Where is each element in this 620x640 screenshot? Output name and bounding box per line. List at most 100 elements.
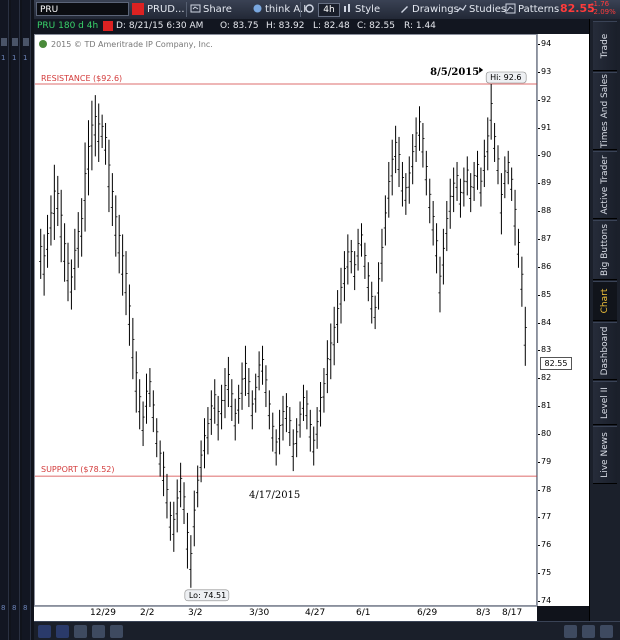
- price-chart[interactable]: 2015 © TD Ameritrade IP Company, Inc. RES…: [34, 34, 538, 607]
- price-tick-label: 90: [541, 150, 552, 160]
- link-color-icon[interactable]: [132, 3, 144, 15]
- annotation-date-support: 4/17/2015: [249, 490, 300, 501]
- zoom-out-icon[interactable]: [56, 625, 69, 638]
- collapse-button[interactable]: [12, 38, 18, 46]
- bar-timestamp: D: 8/21/15 6:30 AM: [116, 21, 204, 31]
- date-axis[interactable]: 12/29 2/2 3/2 3/30 4/27 6/1 6/29 8/3 8/17: [34, 606, 537, 621]
- range-value: R: 1.44: [404, 21, 436, 31]
- zoom-in-icon[interactable]: [38, 625, 51, 638]
- price-tick-label: 88: [541, 206, 552, 216]
- settings-button[interactable]: [304, 2, 317, 17]
- date-tick-label: 3/30: [249, 608, 270, 618]
- drawings-label: Drawings: [412, 4, 459, 15]
- price-tick: [538, 573, 540, 575]
- price-tick: [538, 489, 540, 491]
- price-tick-label: 86: [541, 261, 552, 271]
- tab-trade[interactable]: Trade: [593, 21, 617, 71]
- price-tick: [538, 294, 540, 296]
- price-tick-label: 83: [541, 345, 552, 355]
- td-logo-icon: [39, 40, 47, 48]
- price-tick-label: 80: [541, 428, 552, 438]
- price-tick-label: 75: [541, 568, 552, 578]
- date-tick-label: 2/2: [140, 608, 155, 618]
- drawings-button[interactable]: Drawings: [399, 2, 459, 17]
- price-tick: [538, 406, 540, 408]
- price-tick: [538, 127, 540, 129]
- left-panel-strip[interactable]: 18: [11, 0, 20, 640]
- date-tick-label: 6/29: [417, 608, 438, 618]
- high-label: Hi: 92.6: [490, 73, 521, 82]
- low-label: Lo: 74.51: [189, 591, 226, 600]
- price-tick: [538, 461, 540, 463]
- price-tick: [538, 322, 540, 324]
- price-tick: [538, 71, 540, 73]
- bottom-toolbar: [34, 621, 620, 640]
- left-panel-strip[interactable]: 18: [0, 0, 9, 640]
- tab-label: Active Trader: [600, 155, 610, 215]
- tab-live-news[interactable]: Live News: [593, 426, 617, 484]
- date-tick-label: 8/3: [476, 608, 491, 618]
- price-tick: [538, 183, 540, 185]
- settings-icon[interactable]: [600, 625, 613, 638]
- last-price: 82.55: [560, 2, 595, 15]
- period-selector[interactable]: 4h: [318, 3, 340, 17]
- chart-toolbar: PRU PRUD... Share think A.I. 4h Style Dr…: [34, 0, 620, 20]
- style-icon: [344, 4, 350, 12]
- close-value: C: 82.55: [357, 21, 395, 31]
- chart-color-icon[interactable]: [103, 21, 113, 31]
- think-ai-icon: [253, 4, 262, 13]
- scale-icon[interactable]: [582, 625, 595, 638]
- price-tick: [538, 266, 540, 268]
- studies-button[interactable]: Studies: [456, 2, 506, 17]
- price-tick: [538, 433, 540, 435]
- strip-index: 1: [1, 54, 6, 62]
- collapse-button[interactable]: [1, 38, 7, 46]
- tab-label: Level II: [600, 387, 610, 419]
- price-tick-label: 82: [541, 373, 552, 383]
- left-panel-strip[interactable]: 18: [22, 0, 31, 640]
- strip-index-bottom: 8: [23, 604, 28, 612]
- price-tick-label: 78: [541, 484, 552, 494]
- crosshair-icon[interactable]: [92, 625, 105, 638]
- tab-active-trader[interactable]: Active Trader: [593, 151, 617, 219]
- tab-big-buttons[interactable]: Big Buttons: [593, 220, 617, 280]
- tab-label: Live News: [600, 432, 610, 478]
- date-tick-label: 4/27: [305, 608, 326, 618]
- resistance-label: RESISTANCE ($92.6): [41, 74, 122, 83]
- support-label: SUPPORT ($78.52): [41, 465, 115, 474]
- price-tick: [538, 545, 540, 547]
- chart-canvas[interactable]: 2015 © TD Ameritrade IP Company, Inc. RES…: [35, 35, 538, 607]
- tab-label: Big Buttons: [600, 223, 610, 277]
- linked-symbol-label[interactable]: PRUD...: [147, 2, 185, 17]
- strip-index: 1: [23, 54, 28, 62]
- price-tick-label: 77: [541, 512, 552, 522]
- tab-level-ii[interactable]: Level II: [593, 381, 617, 425]
- right-tab-strip: Trade Times And Sales Active Trader Big But…: [589, 19, 620, 621]
- tab-label: Times And Sales: [600, 74, 610, 148]
- annotation-date-high: 8/5/2015: [430, 67, 479, 78]
- price-tick-label: 84: [541, 317, 552, 327]
- tab-chart[interactable]: Chart: [593, 281, 617, 321]
- tab-dashboard[interactable]: Dashboard: [593, 322, 617, 380]
- open-value: O: 83.75: [220, 21, 259, 31]
- price-tick-label: 79: [541, 456, 552, 466]
- cursor-icon[interactable]: [110, 625, 123, 638]
- price-tick: [538, 350, 540, 352]
- price-axis[interactable]: 74 75 76 77 78 79 80 81 82 83 84 85 86 87 88 89 90 91 92 93…: [537, 34, 589, 606]
- tab-times-and-sales[interactable]: Times And Sales: [593, 72, 617, 150]
- price-tick-label: 87: [541, 233, 552, 243]
- price-tick: [538, 44, 540, 45]
- symbol-input[interactable]: PRU: [36, 2, 129, 16]
- collapse-button[interactable]: [23, 38, 29, 46]
- studies-label: Studies: [469, 4, 507, 15]
- share-label: Share: [203, 4, 232, 15]
- price-tick: [538, 99, 540, 101]
- copyright-text: 2015 © TD Ameritrade IP Company, Inc.: [51, 40, 213, 49]
- app-window: 18 18 18 PRU PRUD... Share think A.I. 4h…: [0, 0, 620, 640]
- share-icon: [190, 4, 201, 13]
- share-button[interactable]: Share: [190, 2, 232, 17]
- expand-icon[interactable]: [564, 625, 577, 638]
- style-button[interactable]: Style: [342, 2, 380, 17]
- patterns-button[interactable]: Patterns: [505, 2, 559, 17]
- pan-icon[interactable]: [74, 625, 87, 638]
